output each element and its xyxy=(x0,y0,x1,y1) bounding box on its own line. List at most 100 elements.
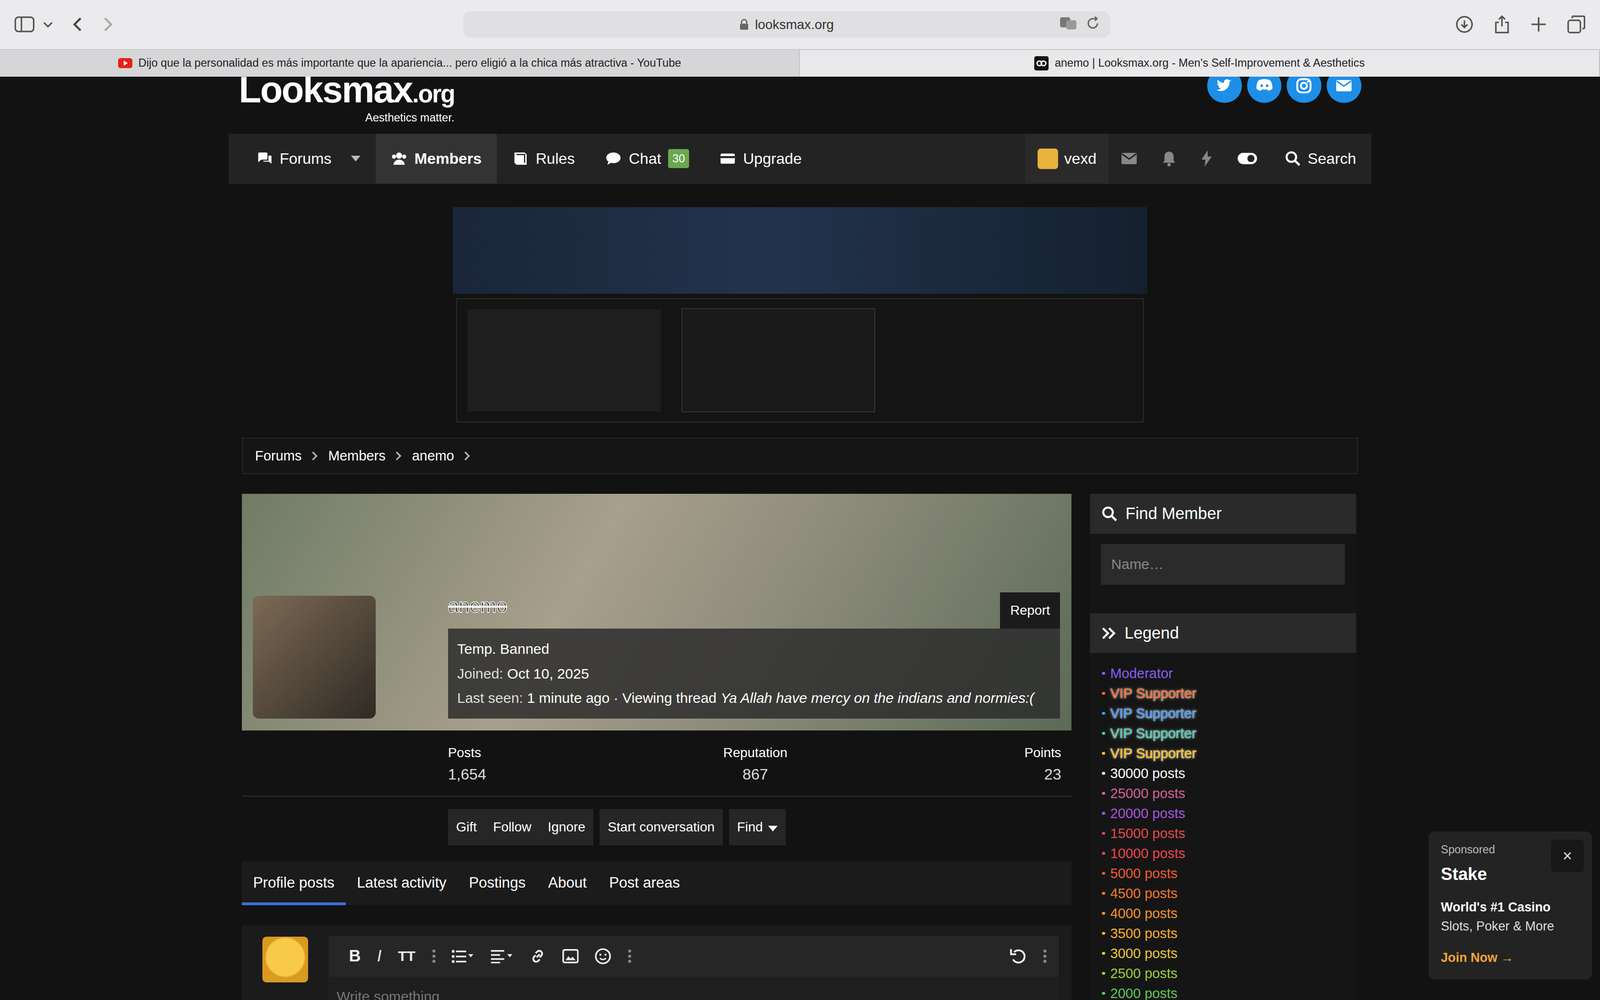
search-icon xyxy=(1285,150,1301,167)
comments-icon xyxy=(256,150,273,167)
discord-icon[interactable] xyxy=(1247,76,1282,104)
image-icon[interactable] xyxy=(562,949,579,964)
share-icon[interactable] xyxy=(1493,15,1510,34)
browser-tab[interactable]: Dijo que la personalidad es más importan… xyxy=(0,50,800,77)
chevron-down-icon[interactable] xyxy=(42,20,53,29)
list-icon[interactable] xyxy=(451,949,475,964)
chevron-right-icon xyxy=(392,451,401,461)
stat-value: 867 xyxy=(723,762,788,786)
browser-toolbar: looksmax.org xyxy=(0,0,1600,50)
profile-username: anemo xyxy=(448,591,508,629)
profile-tab[interactable]: Post areas xyxy=(598,861,692,905)
web-page: Looksmax.org Aesthetics matter. ForumsMe… xyxy=(0,76,1600,1000)
browser-tab[interactable]: anemo | Looksmax.org - Men's Self-Improv… xyxy=(800,50,1600,77)
email-icon[interactable] xyxy=(1326,76,1362,104)
chevron-right-icon xyxy=(308,451,318,461)
legend-item: VIP Supporter xyxy=(1100,723,1345,744)
legend-item: VIP Supporter xyxy=(1100,703,1345,724)
editor-toolbar: B I TT xyxy=(328,935,1060,977)
legend-item: 3000 posts xyxy=(1100,943,1345,964)
breadcrumb-link[interactable]: anemo xyxy=(411,445,454,467)
bolt-icon xyxy=(1200,150,1213,167)
search-button[interactable]: Search xyxy=(1270,133,1372,184)
legend-item: 30000 posts xyxy=(1100,763,1345,784)
download-icon[interactable] xyxy=(1455,15,1474,34)
align-icon[interactable] xyxy=(490,949,514,964)
alerts-button[interactable] xyxy=(1149,133,1189,184)
tagline: Aesthetics matter. xyxy=(238,109,455,127)
profile-tab[interactable]: Postings xyxy=(457,861,537,905)
twitter-icon[interactable] xyxy=(1207,76,1242,104)
new-tab-icon[interactable] xyxy=(1530,16,1547,33)
legend-item: 2500 posts xyxy=(1100,963,1345,984)
start-conversation-button[interactable]: Start conversation xyxy=(599,809,723,846)
tabs-overview-icon[interactable] xyxy=(1567,15,1586,34)
sidebar-icon[interactable] xyxy=(14,16,35,33)
site-logo[interactable]: Looksmax.org Aesthetics matter. xyxy=(238,76,455,127)
casino-ad-banner[interactable] xyxy=(452,207,1147,294)
nav-item[interactable]: Forums xyxy=(240,133,376,184)
browser-tab-title: anemo | Looksmax.org - Men's Self-Improv… xyxy=(1054,54,1365,72)
bold-button[interactable]: B xyxy=(349,943,361,969)
inbox-button[interactable] xyxy=(1108,133,1150,184)
reload-icon[interactable] xyxy=(1085,16,1100,31)
find-button[interactable]: Find xyxy=(729,809,786,846)
legend-label: 20000 posts xyxy=(1110,805,1186,821)
profile-tab[interactable]: Latest activity xyxy=(345,861,458,905)
more-icon[interactable] xyxy=(1042,949,1048,964)
legend-label: 2000 posts xyxy=(1110,985,1178,1000)
legend-label: 10000 posts xyxy=(1110,845,1186,861)
nav-item[interactable]: Upgrade xyxy=(704,133,818,184)
thread-link[interactable]: Ya Allah have mercy on the indians and n… xyxy=(720,690,1035,706)
post-input[interactable] xyxy=(328,976,1060,1000)
profile-action-button[interactable]: Follow xyxy=(484,809,540,846)
profile-banner: anemo Report Temp. Banned Joined: Oct 10… xyxy=(241,493,1072,731)
theme-toggle[interactable] xyxy=(1225,133,1270,184)
profile-avatar[interactable] xyxy=(252,595,376,719)
chat-icon xyxy=(605,150,622,167)
member-search-input[interactable] xyxy=(1100,543,1345,585)
nav-item[interactable]: Members xyxy=(375,133,498,184)
activity-button[interactable] xyxy=(1188,133,1225,184)
my-avatar xyxy=(262,936,309,983)
italic-button[interactable]: I xyxy=(377,943,382,969)
language-ad-banner[interactable] xyxy=(456,298,1144,423)
user-menu[interactable]: vexd xyxy=(1025,133,1109,184)
link-icon[interactable] xyxy=(529,948,546,965)
joined-date: Oct 10, 2025 xyxy=(507,665,590,682)
breadcrumb-link[interactable]: Forums xyxy=(255,445,302,467)
forward-icon[interactable] xyxy=(101,16,115,33)
undo-icon[interactable] xyxy=(1010,948,1027,965)
translate-icon[interactable] xyxy=(1059,16,1078,31)
more-icon[interactable] xyxy=(431,949,437,964)
join-now-link[interactable]: Join Now → xyxy=(1440,948,1580,968)
back-icon[interactable] xyxy=(71,16,84,33)
profile-action-button[interactable]: Ignore xyxy=(539,809,594,846)
profile-action-button[interactable]: Gift xyxy=(448,809,486,846)
browser-tab-strip: Dijo que la personalidad es más importan… xyxy=(0,49,1600,77)
legend-item: 2000 posts xyxy=(1100,983,1345,1000)
site-header: Looksmax.org Aesthetics matter. xyxy=(228,76,1372,134)
sponsored-popup[interactable]: × Sponsored Stake World's #1 Casino Slot… xyxy=(1428,831,1592,980)
profile-tab[interactable]: Profile posts xyxy=(241,861,346,905)
report-button[interactable]: Report xyxy=(1000,592,1060,629)
emoji-icon[interactable] xyxy=(594,948,611,965)
caret-icon xyxy=(768,825,778,832)
legend-label: VIP Supporter xyxy=(1110,705,1197,721)
breadcrumb-link[interactable]: Members xyxy=(328,445,386,467)
close-button[interactable]: × xyxy=(1550,839,1584,873)
more-icon[interactable] xyxy=(627,949,632,964)
chat-count-badge: 30 xyxy=(668,149,689,169)
nav-item[interactable]: Chat30 xyxy=(590,133,705,184)
legend-item: VIP Supporter xyxy=(1100,743,1345,764)
profile-tab[interactable]: About xyxy=(536,861,598,905)
font-size-button[interactable]: TT xyxy=(398,945,416,967)
envelope-icon xyxy=(1120,152,1138,165)
nav-item[interactable]: Rules xyxy=(496,133,590,184)
nav-label: Upgrade xyxy=(742,147,802,170)
dropdown-caret-icon[interactable] xyxy=(350,155,361,162)
address-bar[interactable]: looksmax.org xyxy=(463,11,1111,39)
legend-label: 2500 posts xyxy=(1110,965,1178,981)
instagram-icon[interactable] xyxy=(1286,76,1322,104)
legend-item: 20000 posts xyxy=(1100,803,1345,824)
